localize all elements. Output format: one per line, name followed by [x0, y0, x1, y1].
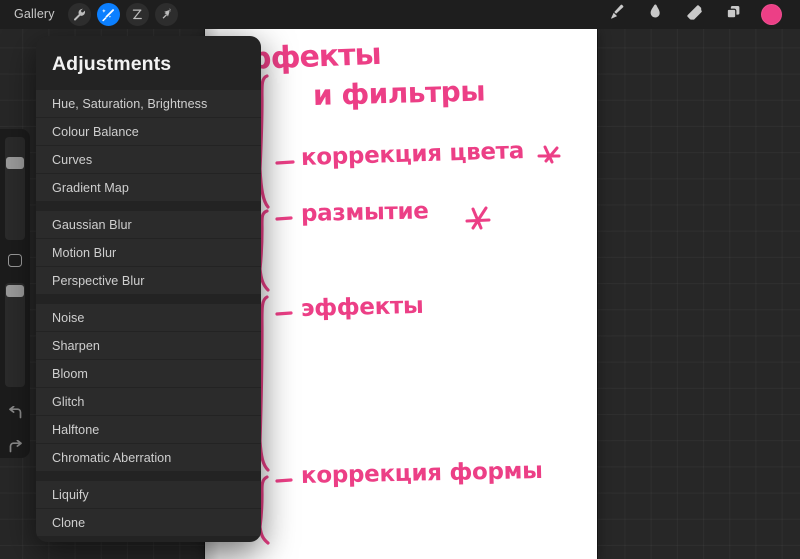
menu-item-gradient-map[interactable]: Gradient Map: [36, 174, 261, 202]
menu-group-separator: [36, 295, 261, 304]
selection-button[interactable]: [125, 3, 149, 26]
menu-group-separator: [36, 472, 261, 481]
menu-item-noise[interactable]: Noise: [36, 304, 261, 332]
menu-item-curves[interactable]: Curves: [36, 146, 261, 174]
menu-item-hue-saturation-brightness[interactable]: Hue, Saturation, Brightness: [36, 90, 261, 118]
menu-group-effects: Noise Sharpen Bloom Glitch Halftone Chromatic…: [36, 304, 261, 472]
brush-opacity-slider[interactable]: [5, 283, 25, 387]
arrow-transform-icon: [160, 8, 173, 21]
paint-brush-button[interactable]: [605, 4, 627, 26]
smudge-icon: [646, 3, 664, 26]
menu-group-shape: Liquify Clone: [36, 481, 261, 537]
left-sidebar: [0, 129, 30, 458]
brush-opacity-slider-thumb[interactable]: [6, 285, 24, 298]
menu-item-clone[interactable]: Clone: [36, 509, 261, 537]
brush-size-slider-thumb[interactable]: [6, 157, 24, 169]
menu-item-colour-balance[interactable]: Colour Balance: [36, 118, 261, 146]
menu-item-motion-blur[interactable]: Motion Blur: [36, 239, 261, 267]
redo-arrow-icon[interactable]: [4, 437, 26, 458]
s-selection-icon: [131, 8, 144, 21]
brush-size-slider[interactable]: [5, 137, 25, 241]
adjustments-magicwand-button[interactable]: [96, 3, 120, 26]
menu-item-liquify[interactable]: Liquify: [36, 481, 261, 509]
layers-button[interactable]: [722, 4, 744, 26]
toolbar-right-group: [605, 4, 800, 26]
menu-item-glitch[interactable]: Glitch: [36, 388, 261, 416]
top-toolbar: Gallery: [0, 0, 800, 29]
eraser-icon: [685, 3, 704, 27]
menu-group-colour: Hue, Saturation, Brightness Colour Balanc…: [36, 90, 261, 202]
modify-button[interactable]: [8, 254, 22, 268]
gallery-button[interactable]: Gallery: [10, 5, 62, 24]
smudge-button[interactable]: [644, 4, 666, 26]
actions-wrench-button[interactable]: [67, 3, 91, 26]
menu-group-blur: Gaussian Blur Motion Blur Perspective Blur: [36, 211, 261, 295]
procreate-workspace: Эффекты и фильтры коррекция цвета размыт…: [0, 0, 800, 559]
toolbar-left-group: Gallery: [0, 3, 178, 26]
magic-wand-icon: [101, 8, 115, 22]
menu-item-sharpen[interactable]: Sharpen: [36, 332, 261, 360]
menu-item-halftone[interactable]: Halftone: [36, 416, 261, 444]
paintbrush-icon: [607, 3, 625, 26]
menu-item-gaussian-blur[interactable]: Gaussian Blur: [36, 211, 261, 239]
adjustments-panel: Adjustments Hue, Saturation, Brightness C…: [36, 36, 261, 542]
menu-item-chromatic-aberration[interactable]: Chromatic Aberration: [36, 444, 261, 472]
layers-icon: [724, 3, 743, 27]
menu-item-bloom[interactable]: Bloom: [36, 360, 261, 388]
menu-item-perspective-blur[interactable]: Perspective Blur: [36, 267, 261, 295]
canvas-edge-shading: [205, 29, 597, 559]
color-swatch[interactable]: [761, 4, 782, 25]
adjustments-menu: Hue, Saturation, Brightness Colour Balanc…: [36, 90, 261, 537]
canvas-page[interactable]: [205, 29, 597, 559]
wrench-icon: [73, 8, 86, 21]
menu-group-separator: [36, 202, 261, 211]
undo-arrow-icon[interactable]: [4, 403, 26, 424]
transform-button[interactable]: [154, 3, 178, 26]
eraser-button[interactable]: [683, 4, 705, 26]
panel-title: Adjustments: [52, 53, 172, 75]
